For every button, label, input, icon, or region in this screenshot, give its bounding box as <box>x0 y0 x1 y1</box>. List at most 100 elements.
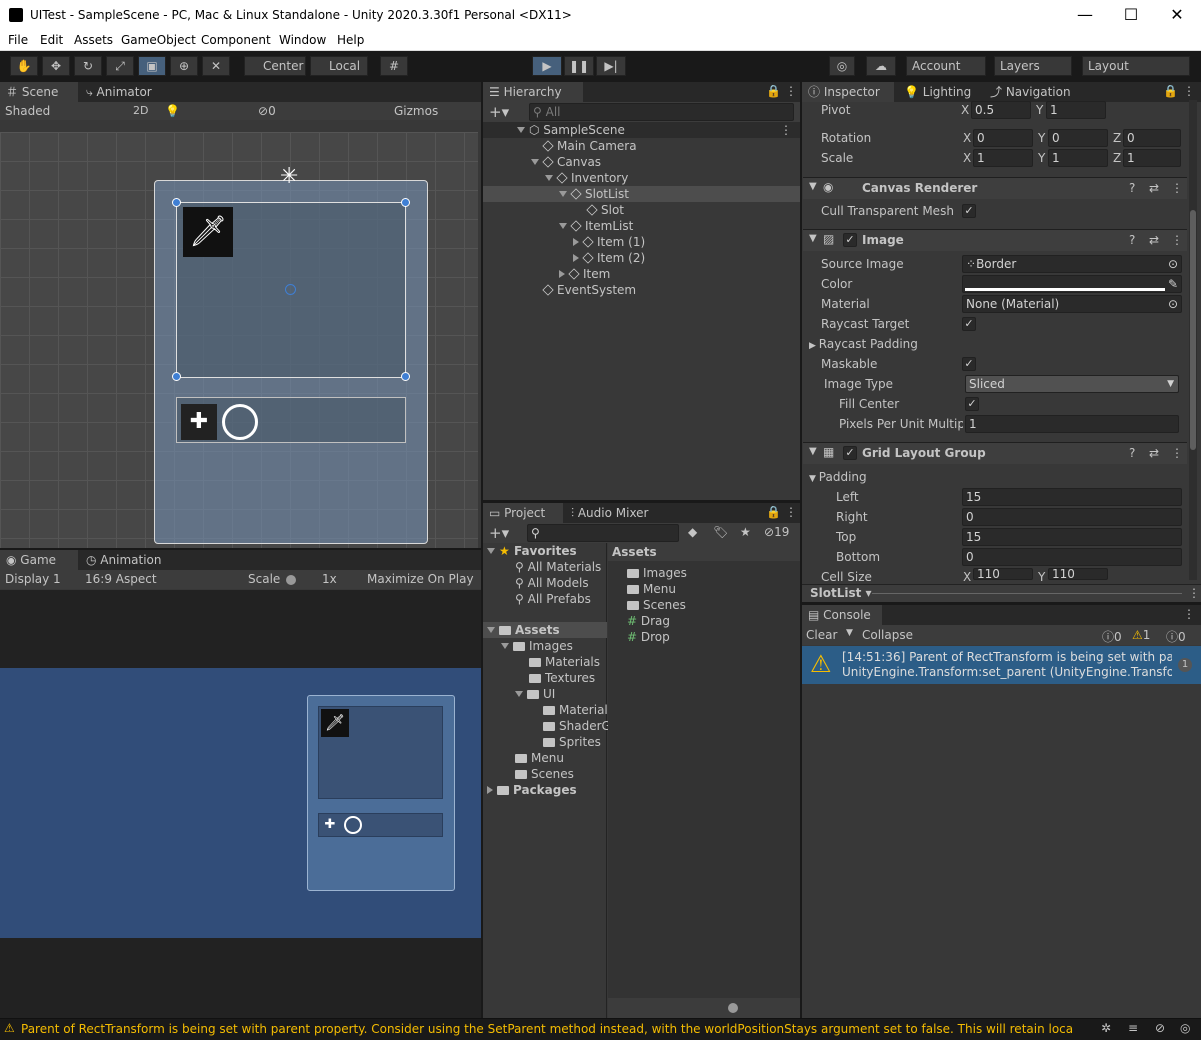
help-icon[interactable]: ? <box>1129 233 1135 247</box>
grid-layout-header[interactable]: ▼ ▦ ✓ Grid Layout Group ? ⇄ ⋮ <box>803 442 1187 464</box>
assets-header[interactable]: Assets <box>483 622 607 638</box>
canvas-renderer-header[interactable]: ▼ ◉ Canvas Renderer ? ⇄ ⋮ <box>803 177 1187 199</box>
favorite-item[interactable]: ⚲ All Prefabs <box>515 591 591 607</box>
kebab-menu-icon[interactable]: ⋮ <box>1183 607 1195 621</box>
asset-item[interactable]: Scenes <box>627 597 686 613</box>
clear-button[interactable]: Clear <box>806 628 837 642</box>
rect-handle[interactable] <box>401 372 410 381</box>
ppu-field[interactable]: 1 <box>965 415 1179 433</box>
account-dropdown[interactable]: Account <box>906 56 986 76</box>
lock-icon[interactable]: 🔒 <box>1163 84 1178 98</box>
asset-item[interactable]: Menu <box>627 581 676 597</box>
2d-toggle[interactable]: 2D <box>133 104 148 117</box>
asset-item[interactable]: Images <box>627 565 687 581</box>
filter-label-icon[interactable]: 🏷 <box>713 525 728 539</box>
kebab-menu-icon[interactable]: ⋮ <box>1188 586 1200 600</box>
padding-bottom-field[interactable]: 0 <box>962 548 1182 566</box>
auto-generate-icon[interactable]: ⊘ <box>1155 1021 1165 1035</box>
tab-hierarchy[interactable]: ☰ Hierarchy <box>483 82 583 102</box>
scale-slider[interactable] <box>286 575 296 585</box>
help-icon[interactable]: ? <box>1129 181 1135 195</box>
fill-center-checkbox[interactable]: ✓ <box>965 397 979 411</box>
image-header[interactable]: ▼ ▨ ✓ Image ? ⇄ ⋮ <box>803 229 1187 251</box>
cache-icon[interactable]: ≡ <box>1128 1021 1138 1035</box>
filter-type-icon[interactable]: ◆ <box>688 525 697 539</box>
info-filter-toggle[interactable]: ⓘ0 <box>1102 628 1122 645</box>
pivot-x-field[interactable]: 0.5 <box>971 101 1031 119</box>
favorite-star-icon[interactable]: ★ <box>740 525 751 539</box>
rotate-tool-icon[interactable]: ↻ <box>74 56 102 76</box>
hand-tool-icon[interactable]: ✋ <box>10 56 38 76</box>
cloud-icon[interactable]: ☁ <box>866 56 896 76</box>
padding-top-field[interactable]: 15 <box>962 528 1182 546</box>
kebab-menu-icon[interactable]: ⋮ <box>1171 233 1183 247</box>
tab-animation[interactable]: ◷ Animation <box>80 550 167 570</box>
pivot-y-field[interactable]: 1 <box>1046 101 1106 119</box>
scale-x-field[interactable]: 1 <box>973 149 1033 167</box>
kebab-menu-icon[interactable]: ⋮ <box>1171 446 1183 460</box>
maximize-on-play-toggle[interactable]: Maximize On Play <box>367 572 474 586</box>
hierarchy-item[interactable]: EventSystem <box>542 282 636 298</box>
tab-audio-mixer[interactable]: ⫶ Audio Mixer <box>565 503 655 523</box>
tab-game[interactable]: ◉ Game <box>0 550 78 570</box>
preview-dropdown[interactable]: SlotList ▾ <box>810 586 872 600</box>
move-tool-icon[interactable]: ✥ <box>42 56 70 76</box>
object-picker-icon[interactable]: ⊙ <box>1168 296 1178 312</box>
pause-button[interactable]: ❚❚ <box>564 56 594 76</box>
asset-item[interactable]: # Drag <box>627 613 670 629</box>
maskable-checkbox[interactable]: ✓ <box>962 357 976 371</box>
eyedropper-icon[interactable]: ✎ <box>1168 276 1178 292</box>
aspect-dropdown[interactable]: 16:9 Aspect <box>85 572 157 586</box>
scene-viewport[interactable]: 🗡 ✚ ✳ <box>0 132 478 548</box>
scale-tool-icon[interactable]: ⤢ <box>106 56 134 76</box>
collapse-button[interactable]: Collapse <box>862 628 913 642</box>
folder-item[interactable]: ShaderG <box>543 718 611 734</box>
hidden-objects-icon[interactable]: ⊘0 <box>258 104 276 118</box>
rotation-y-field[interactable]: 0 <box>1048 129 1108 147</box>
folder-item[interactable]: Menu <box>515 750 564 766</box>
favorite-item[interactable]: ⚲ All Materials <box>515 559 601 575</box>
hierarchy-item-selected[interactable]: SlotList <box>483 186 800 202</box>
tab-animator[interactable]: ⤷ Animator <box>80 82 158 102</box>
lock-icon[interactable]: 🔒 <box>766 505 781 519</box>
raycast-target-checkbox[interactable]: ✓ <box>962 317 976 331</box>
folder-item[interactable]: Textures <box>529 670 595 686</box>
help-icon[interactable]: ? <box>1129 446 1135 460</box>
cell-y-field[interactable]: 110 <box>1048 568 1108 580</box>
scale-z-field[interactable]: 1 <box>1123 149 1181 167</box>
hierarchy-item[interactable]: Slot <box>586 202 624 218</box>
packages-header[interactable]: Packages <box>487 782 577 798</box>
minimize-button[interactable]: — <box>1062 4 1108 26</box>
padding-left-field[interactable]: 15 <box>962 488 1182 506</box>
presets-icon[interactable]: ⇄ <box>1149 181 1159 195</box>
custom-tool-icon[interactable]: ✕ <box>202 56 230 76</box>
warning-filter-toggle[interactable]: ⚠1 <box>1132 628 1150 642</box>
transform-tool-icon[interactable]: ⊕ <box>170 56 198 76</box>
maximize-button[interactable]: ☐ <box>1108 4 1154 26</box>
hierarchy-item[interactable]: Main Camera <box>542 138 637 154</box>
padding-right-field[interactable]: 0 <box>962 508 1182 526</box>
hierarchy-item[interactable]: Item <box>559 266 610 282</box>
rect-handle[interactable] <box>172 372 181 381</box>
grid-enabled-checkbox[interactable]: ✓ <box>843 446 857 460</box>
folder-item[interactable]: Scenes <box>515 766 574 782</box>
hierarchy-item[interactable]: Canvas <box>531 154 601 170</box>
material-field[interactable]: None (Material) ⊙ <box>962 295 1182 313</box>
presets-icon[interactable]: ⇄ <box>1149 233 1159 247</box>
folder-item[interactable]: UI <box>515 686 555 702</box>
lighting-icon[interactable]: 💡 <box>165 104 180 118</box>
console-entry[interactable]: ⚠ [14:51:36] Parent of RectTransform is … <box>802 646 1201 684</box>
clear-options-dropdown[interactable]: ▼ <box>846 628 853 638</box>
project-search-input[interactable]: ⚲ <box>527 524 679 542</box>
menu-gameobject[interactable]: GameObject <box>121 33 196 47</box>
scale-y-field[interactable]: 1 <box>1048 149 1108 167</box>
close-button[interactable]: ✕ <box>1154 4 1200 26</box>
game-viewport[interactable]: 🗡 ✚ <box>0 668 481 938</box>
tab-console[interactable]: ▤ Console <box>802 605 882 625</box>
hierarchy-search-input[interactable]: ⚲ All <box>529 103 794 121</box>
progress-icon[interactable]: ◎ <box>1180 1021 1190 1035</box>
rect-handle[interactable] <box>172 198 181 207</box>
kebab-menu-icon[interactable]: ⋮ <box>1183 84 1195 98</box>
lock-icon[interactable]: 🔒 <box>766 84 781 98</box>
status-message[interactable]: Parent of RectTransform is being set wit… <box>21 1022 1073 1036</box>
